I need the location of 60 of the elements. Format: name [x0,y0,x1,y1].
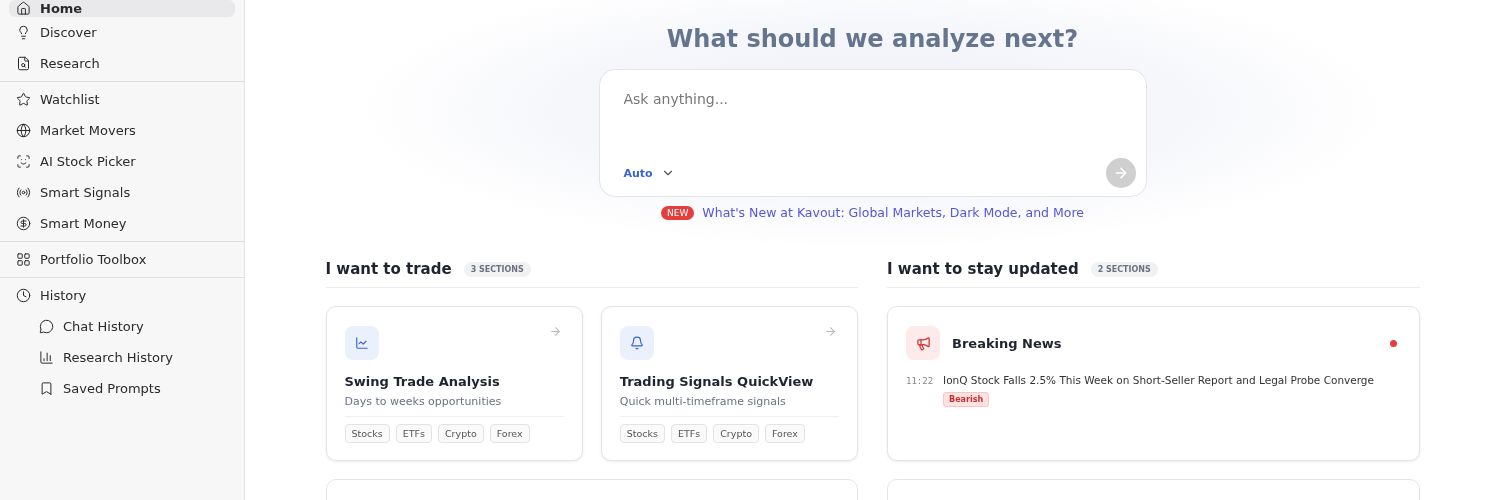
nav-item[interactable]: Discover [9,17,235,48]
nav-item[interactable]: Smart Signals [9,177,235,208]
nav-item[interactable]: Market Movers [9,115,235,146]
card-title: Swing Trade Analysis [344,374,501,389]
nav-item[interactable]: Chat History [9,311,235,342]
clock-icon [16,288,31,303]
bar-chart-icon [39,350,54,365]
globe-icon [16,123,31,138]
nav-item[interactable]: Home [9,0,235,17]
nav-item[interactable]: Watchlist [9,84,235,115]
bookmark-icon [39,381,54,396]
page-heading: What should we analyze next? [666,25,1079,53]
card-subtitle: Days to weeks opportunities [344,395,564,417]
market-tag: Forex [764,424,805,443]
signal-icon [16,185,31,200]
news-time: 11:22 [906,375,934,388]
document-icon [16,56,31,71]
blocks-icon [16,252,31,267]
nav-item[interactable]: Portfolio Toolbox [9,244,235,275]
card-subtitle: Quick multi-timeframe signals [619,395,839,417]
megaphone-icon [906,326,940,360]
sentiment-tag: Bearish [943,392,990,407]
lightbulb-icon [16,25,31,40]
nav-item[interactable]: Research [9,48,235,79]
news-card[interactable]: Breaking News 11:22 IonQ Stock Falls 2.5% This Week on Short-Seller Report and Legal Probe Converge Bearish [887,306,1420,461]
dollar-icon [16,216,31,231]
scan-icon [16,154,31,169]
market-tag: Crypto [438,424,484,443]
market-tag: ETFs [395,424,432,443]
chat-bubble-icon [39,319,54,334]
line-chart-icon [344,326,379,360]
nav-item[interactable]: Smart Money [9,208,235,239]
news-headline[interactable]: IonQ Stock Falls 2.5% This Week on Short-Seller Report and Legal Probe Converge [943,374,1374,386]
market-tag: Stocks [344,424,390,443]
section-title: I want to trade [325,260,452,278]
market-tag: Stocks [619,424,665,443]
tool-card[interactable]: Swing Trade Analysis Days to weeks opportunities Stocks ETFs Crypto Forex [325,306,583,461]
house-icon [16,1,31,16]
nav-item[interactable]: Saved Prompts [9,373,235,404]
section-title: I want to stay updated [887,260,1079,278]
arrow-right-icon [548,325,562,338]
prompt-box[interactable]: Ask anything... Auto [598,69,1147,197]
announcement-link[interactable]: What's New at Kavout: Global Markets, Dark Mode, and More [702,205,1084,220]
market-tag: Crypto [713,424,759,443]
nav-item[interactable]: AI Stock Picker [9,146,235,177]
section-count: 2 SECTIONS [1090,261,1158,277]
card-title: Trading Signals QuickView [619,374,815,389]
star-icon [16,92,31,107]
nav-item[interactable]: Research History [9,342,235,373]
mode-dropdown[interactable]: Auto [617,165,681,181]
section-count: 3 SECTIONS [463,261,531,277]
market-tag: ETFs [671,424,708,443]
nav-item[interactable]: History [9,280,235,311]
tool-card[interactable]: Trading Signals QuickView Quick multi-timeframe signals Stocks ETFs Crypto Forex [600,306,858,461]
bell-icon [619,326,654,360]
card-title: Breaking News [952,335,1063,351]
new-badge: NEW [661,205,695,220]
send-button[interactable] [1105,158,1136,188]
market-tag: Forex [489,424,530,443]
arrow-right-icon [824,325,837,338]
